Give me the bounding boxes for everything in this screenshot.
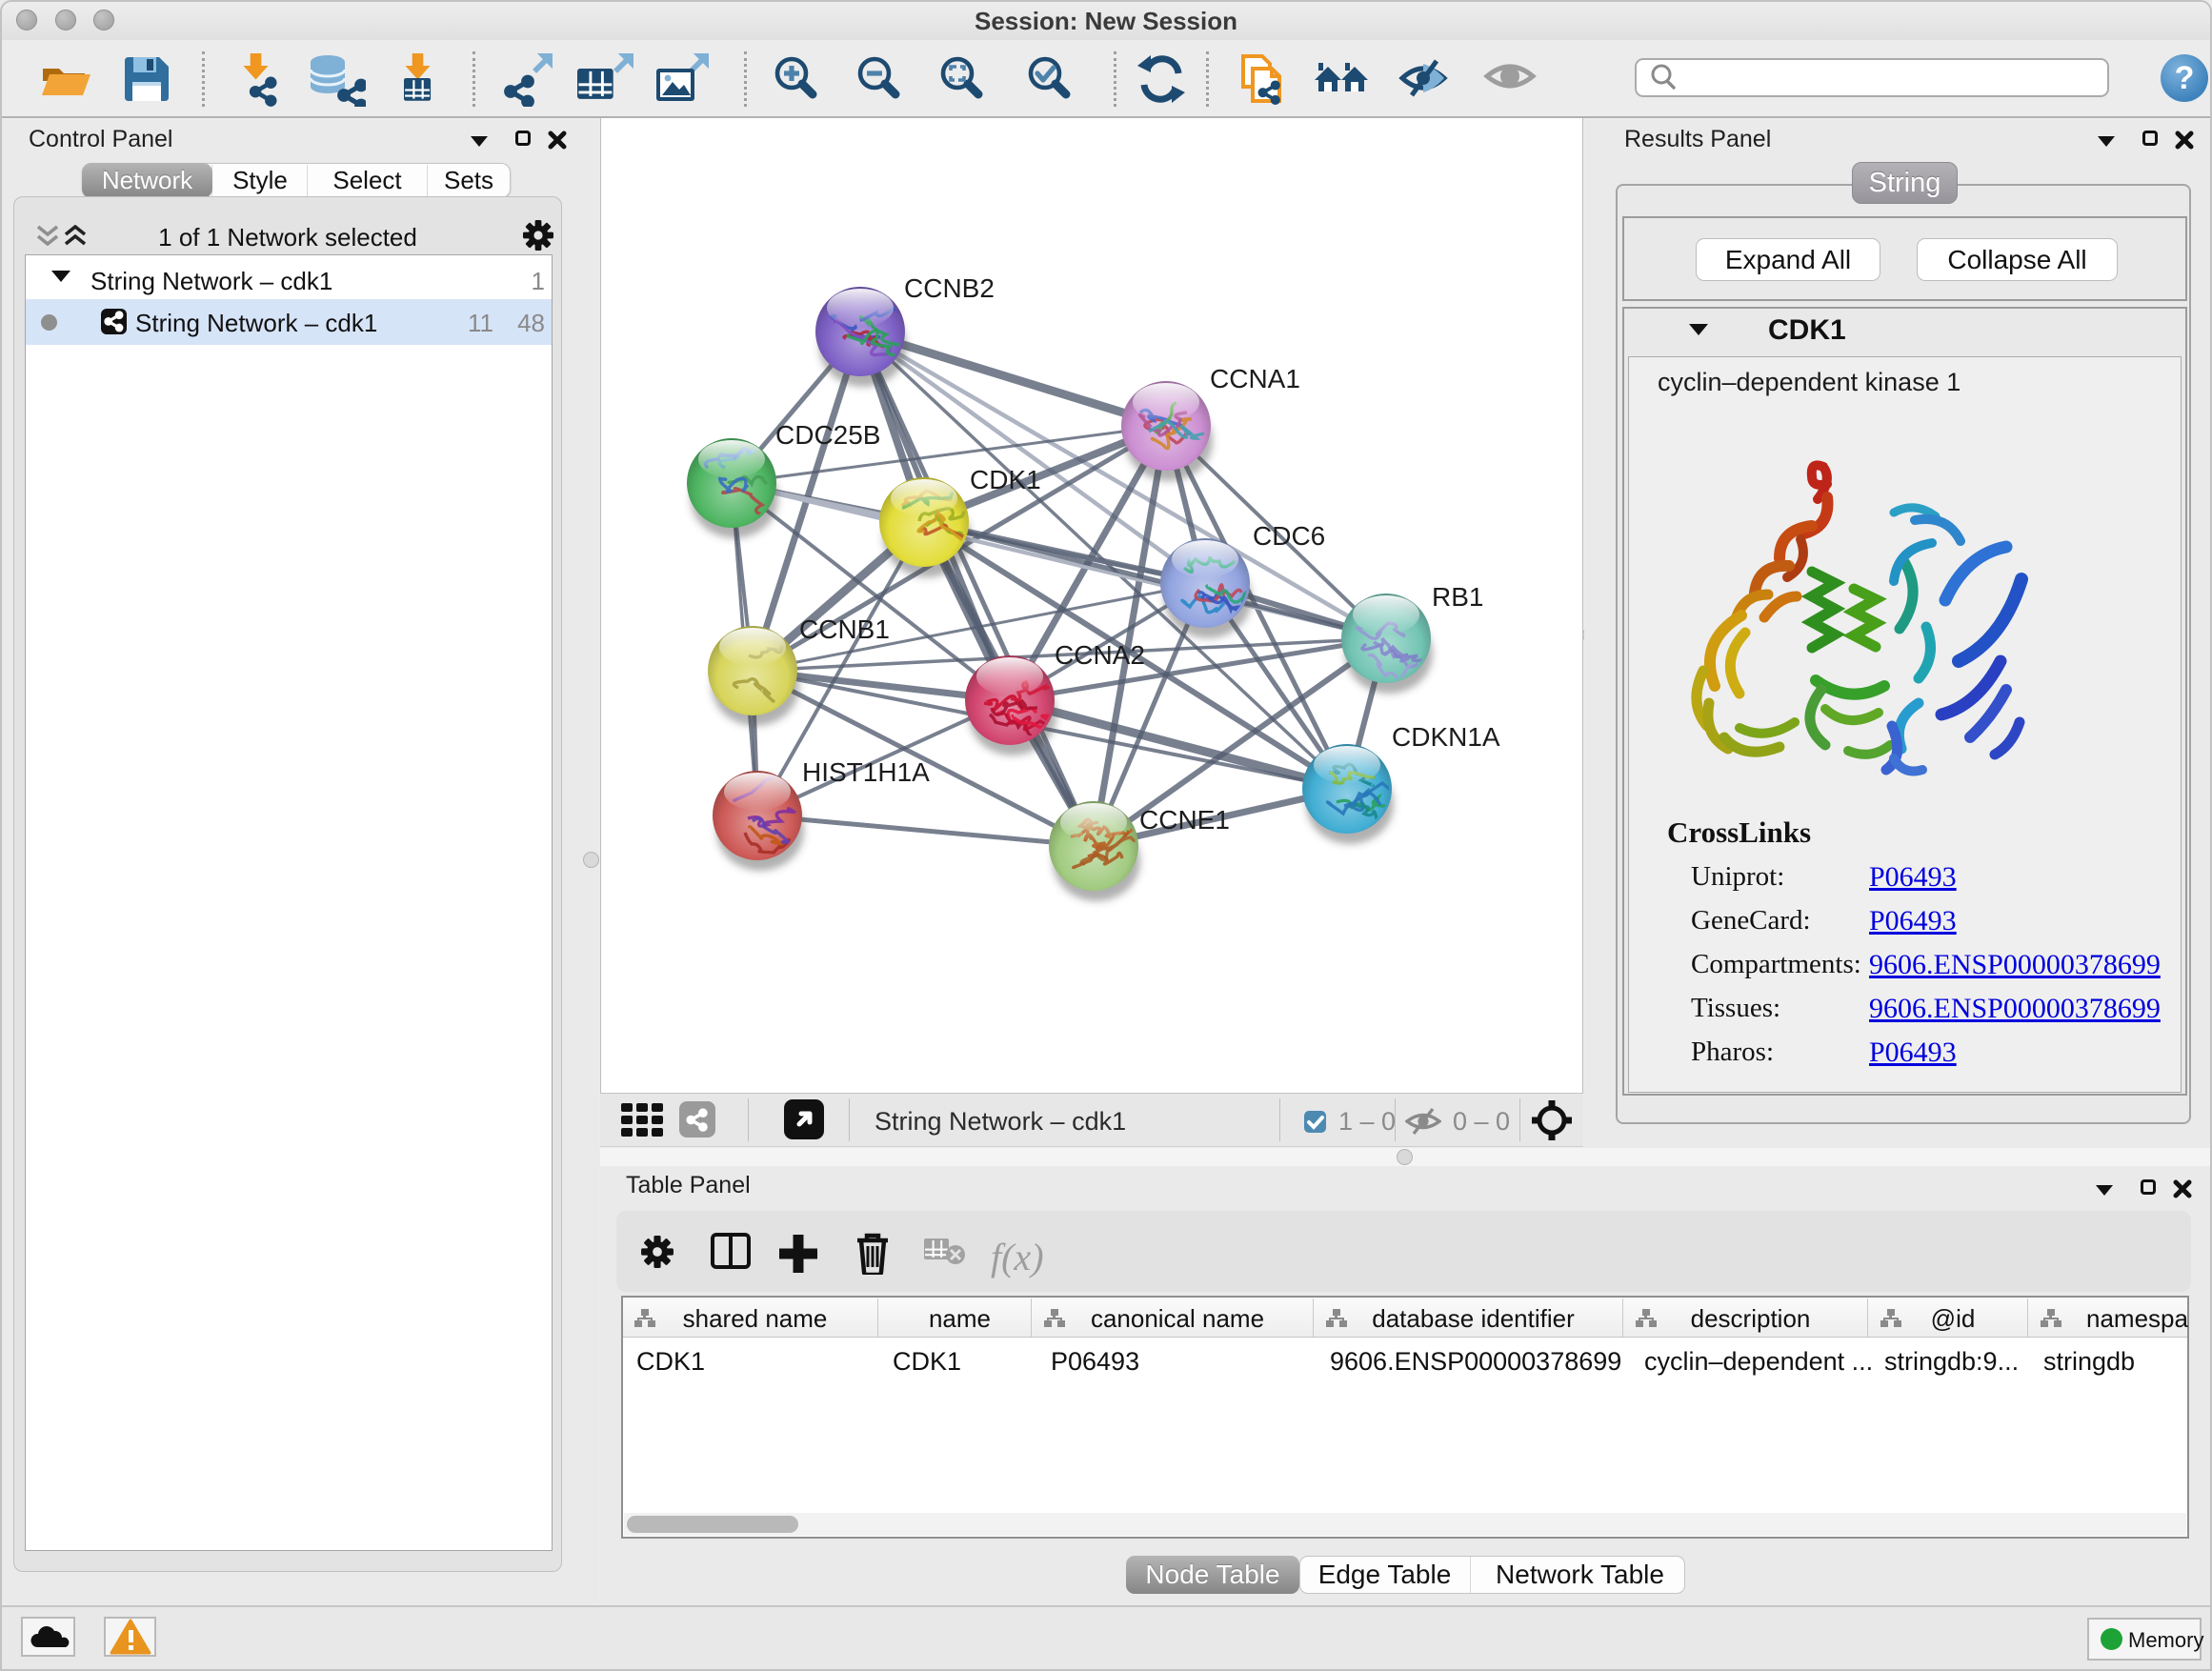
svg-text:CCNA2: CCNA2 bbox=[1055, 640, 1145, 670]
svg-text:CDKN1A: CDKN1A bbox=[1392, 722, 1500, 752]
svg-text:HIST1H1A: HIST1H1A bbox=[802, 757, 930, 787]
svg-text:CDC6: CDC6 bbox=[1253, 521, 1325, 551]
svg-text:CCNE1: CCNE1 bbox=[1139, 805, 1230, 835]
svg-text:CCNA1: CCNA1 bbox=[1210, 364, 1300, 393]
svg-text:CDC25B: CDC25B bbox=[775, 420, 880, 450]
svg-text:CCNB2: CCNB2 bbox=[904, 273, 995, 303]
svg-text:CCNB1: CCNB1 bbox=[799, 614, 890, 644]
svg-text:RB1: RB1 bbox=[1432, 582, 1483, 612]
svg-text:CDK1: CDK1 bbox=[970, 465, 1041, 494]
